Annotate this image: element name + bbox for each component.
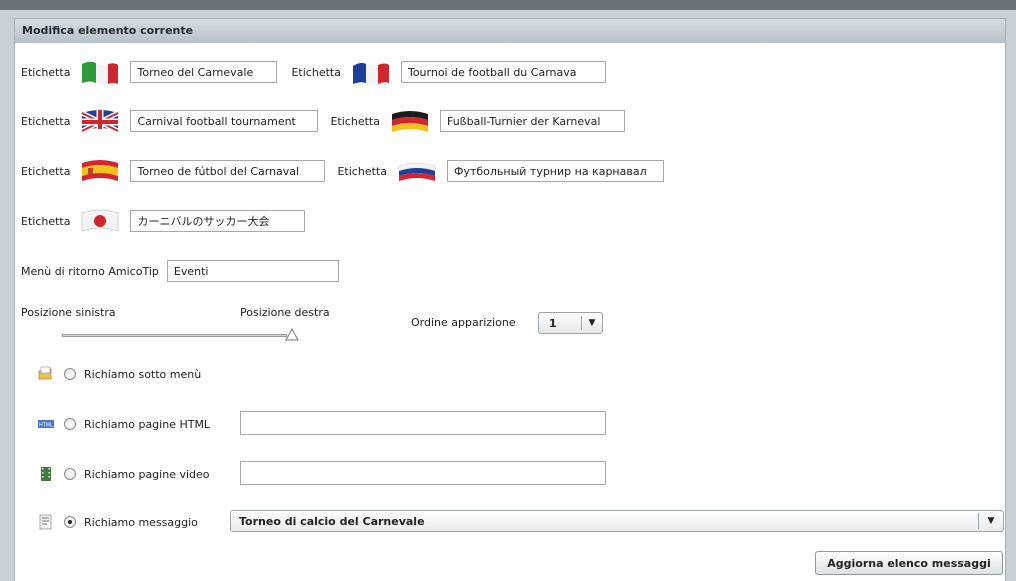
chevron-down-icon: ▼: [987, 516, 995, 526]
svg-text:HTML: HTML: [39, 423, 53, 429]
label-row-4: Etichetta カーニバルのサッカー大会: [21, 207, 306, 235]
option-submenu-radio[interactable]: [64, 368, 76, 380]
position-slider[interactable]: [62, 334, 287, 337]
window: Modifica elemento corrente Etichetta Tor…: [0, 0, 1016, 581]
label-row-1: Etichetta Torneo del Carnevale Etichetta…: [21, 59, 606, 85]
label-fr-caption: Etichetta: [291, 65, 341, 79]
label-row-3: Etichetta Torneo de fútbol del Carnaval …: [21, 158, 664, 184]
option-message[interactable]: Richiamo messaggio: [38, 509, 198, 535]
label-row-2: Etichetta Carnival football tournament E…: [21, 108, 625, 134]
france-flag-icon: [349, 58, 393, 86]
message-select-value: Torneo di calcio del Carnevale: [239, 514, 425, 528]
html-icon: HTML: [38, 420, 54, 429]
label-en-caption: Etichetta: [21, 114, 71, 128]
film-icon: [41, 467, 51, 481]
return-menu-label: Menù di ritorno AmicoTip: [21, 264, 159, 278]
folder-icon: [38, 366, 52, 380]
germany-flag-icon: [388, 107, 432, 135]
option-html[interactable]: HTML Richiamo pagine HTML: [38, 411, 210, 437]
uk-flag-icon: [78, 107, 122, 135]
label-it-caption: Etichetta: [21, 65, 71, 79]
italy-flag-icon: [78, 58, 122, 86]
label-ru-input[interactable]: Футбольный турнир на карнавал: [446, 160, 664, 182]
html-page-input[interactable]: [240, 411, 606, 435]
label-de-input[interactable]: Fußball-Turnier der Karneval: [439, 110, 625, 132]
slider-right-label: Posizione destra: [240, 306, 330, 319]
option-submenu[interactable]: Richiamo sotto menù: [38, 361, 201, 387]
label-ja-caption: Etichetta: [21, 214, 71, 228]
order-label: Ordine apparizione: [411, 316, 516, 329]
top-bar: [0, 0, 1016, 10]
chevron-down-icon: ▼: [588, 318, 596, 328]
label-es-input[interactable]: Torneo de fútbol del Carnaval: [130, 160, 326, 182]
message-icon: [39, 514, 52, 530]
label-ja-input[interactable]: カーニバルのサッカー大会: [130, 210, 306, 232]
slider-left-label: Posizione sinistra: [21, 306, 116, 319]
video-page-input[interactable]: [240, 461, 606, 485]
label-de-caption: Etichetta: [330, 114, 380, 128]
option-html-label: Richiamo pagine HTML: [84, 417, 211, 431]
panel-title: Modifica elemento corrente: [22, 24, 194, 37]
return-menu-row: Menù di ritorno AmicoTip Eventi: [21, 258, 339, 284]
russia-flag-icon: [395, 157, 439, 185]
slider-thumb[interactable]: [285, 327, 299, 342]
option-video-label: Richiamo pagine video: [84, 467, 210, 481]
japan-flag-icon: [78, 207, 122, 235]
label-fr-input[interactable]: Tournoi de football du Carnava: [400, 61, 606, 83]
option-message-label: Richiamo messaggio: [84, 515, 198, 529]
label-it-input[interactable]: Torneo del Carnevale: [130, 61, 278, 83]
option-submenu-label: Richiamo sotto menù: [84, 367, 202, 381]
option-html-radio[interactable]: [64, 418, 76, 430]
order-select[interactable]: 1 ▼: [538, 312, 603, 334]
option-video-radio[interactable]: [64, 468, 76, 480]
panel-header: Modifica elemento corrente: [14, 18, 1006, 44]
return-menu-input[interactable]: Eventi: [166, 260, 339, 282]
label-ru-caption: Etichetta: [337, 164, 387, 178]
label-en-input[interactable]: Carnival football tournament: [130, 110, 319, 132]
order-value: 1: [549, 316, 557, 330]
option-message-radio[interactable]: [64, 516, 76, 528]
label-es-caption: Etichetta: [21, 164, 71, 178]
update-messages-button[interactable]: Aggiorna elenco messaggi: [815, 551, 1003, 575]
option-video[interactable]: Richiamo pagine video: [38, 461, 210, 487]
spain-flag-icon: [78, 157, 122, 185]
message-select[interactable]: Torneo di calcio del Carnevale ▼: [230, 510, 1004, 532]
